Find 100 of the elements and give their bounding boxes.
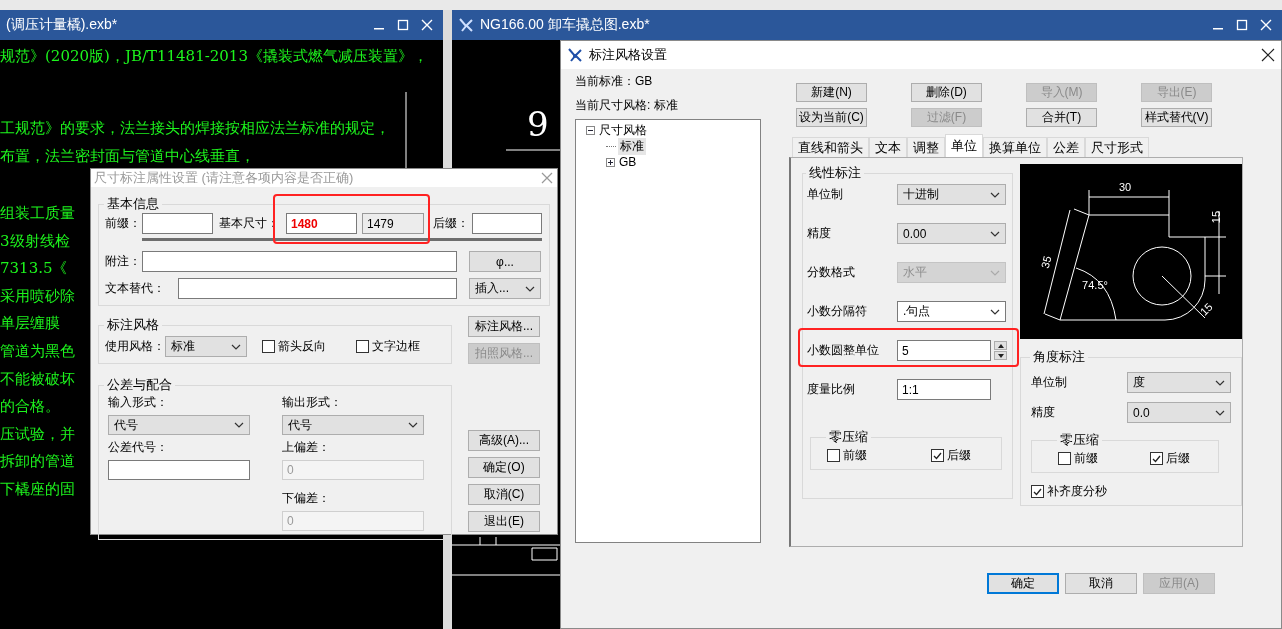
tree-item[interactable]: 尺寸风格 [597,121,649,139]
window-title: (调压计量橇).exb* [6,16,119,34]
group-title: 角度标注 [1032,348,1086,366]
down-arrow-icon [997,353,1004,358]
text-field[interactable]: 1479 [362,213,424,234]
caret-icon [1215,379,1225,386]
field-label: 小数分隔符 [807,303,868,320]
caret-icon [990,191,1000,198]
caret-icon [1215,409,1225,416]
group-title: 标注风格 [106,316,160,334]
up-arrow-icon [997,343,1004,348]
tab[interactable]: 直线和箭头 [792,137,869,157]
group-title: 零压缩 [1059,431,1100,449]
dropdown[interactable]: 度 [1127,372,1231,393]
dropdown[interactable]: 代号 [282,415,424,435]
caret-icon [525,285,535,292]
field-label: 公差代号： [108,439,169,456]
dialog-button[interactable]: 取消 [1065,573,1137,594]
checkbox-label: 文字边框 [372,338,420,355]
dropdown[interactable]: 插入... [469,278,541,299]
caret-icon [990,230,1000,237]
caret-icon [234,422,244,428]
group-title: 零压缩 [828,428,869,446]
dimension-label: 35 [1038,254,1054,270]
action-button[interactable]: 合并(T) [1026,108,1097,127]
info-text: 当前标准：GB [575,72,653,90]
checkbox-label: 前缀 [843,447,867,464]
checkbox[interactable] [356,340,369,353]
field-label: 下偏差： [282,490,331,507]
text-field[interactable] [178,278,457,299]
dropdown[interactable]: .句点 [897,301,1006,322]
group-title: 基本信息 [106,195,160,213]
checkbox[interactable] [1031,485,1044,498]
action-button[interactable]: 设为当前(C) [796,108,867,127]
field-label: 上偏差： [282,439,331,456]
group-title: 公差与配合 [106,376,173,394]
tree-item[interactable]: 标准 [618,137,646,155]
action-button[interactable]: 样式替代(V) [1141,108,1212,127]
field-label: 基本尺寸： [219,215,280,232]
checkbox[interactable] [1058,452,1071,465]
text-field[interactable] [108,460,250,480]
field-label: 输出形式： [282,394,343,411]
spin-up-button[interactable] [994,341,1007,350]
dialog-button[interactable]: 确定(O) [468,457,540,478]
drawing-text: 压试验，并 [0,424,75,445]
text-field[interactable]: 1:1 [897,379,991,400]
drawing-text: 管道为黑色 [0,341,75,362]
tab[interactable]: 换算单位 [983,137,1047,157]
tab[interactable]: 文本 [869,137,907,157]
caret-icon [990,269,1000,276]
maximize-icon[interactable] [1236,19,1248,31]
dialog-button[interactable]: 高级(A)... [468,430,540,451]
dialog-button[interactable]: 标注风格... [468,316,540,337]
checkbox[interactable] [931,449,944,462]
cad-line [506,149,560,151]
dropdown[interactable]: 标准 [165,336,247,357]
dialog-button[interactable]: 确定 [987,573,1059,594]
text-field[interactable] [142,251,457,272]
collapse-icon[interactable] [586,125,595,135]
text-field[interactable] [142,213,213,234]
app-icon [567,47,583,63]
action-button[interactable]: 新建(N) [796,83,867,102]
drawing-text: 单层缠膜 [0,314,60,334]
field-label: 文本替代： [105,280,166,297]
drawing-text: 组装工质量 [0,204,75,224]
drawing-text: 采用喷砂除 [0,286,75,307]
tab[interactable]: 公差 [1047,137,1085,157]
checkbox[interactable] [827,449,840,462]
field-label: 精度 [807,225,832,242]
field-label: 单位制 [1031,374,1068,391]
dialog-button[interactable]: 退出(E) [468,511,540,532]
spin-down-button[interactable] [994,351,1007,360]
dimension-label: 30 [1118,181,1132,193]
dropdown[interactable]: 0.0 [1127,402,1231,423]
action-button[interactable]: 删除(D) [911,83,982,102]
close-icon[interactable] [1261,48,1275,62]
dialog-button[interactable]: 取消(C) [468,484,540,505]
caret-icon [408,422,418,428]
tab[interactable]: 尺寸形式 [1085,137,1149,157]
text-field[interactable] [472,213,542,234]
maximize-icon[interactable] [397,19,409,31]
tree-item[interactable]: GB [617,155,639,169]
expand-icon[interactable] [606,157,615,167]
dimension-label: 15 [1210,210,1222,224]
drawing-text: 拆卸的管道 [0,452,75,472]
text-field[interactable]: 1480 [286,213,357,234]
dropdown[interactable]: 代号 [108,415,250,435]
symbol-button[interactable]: φ... [469,251,541,272]
dialog-title: 标注风格设置 [589,46,668,64]
dropdown[interactable]: 0.00 [897,223,1006,244]
checkbox[interactable] [1150,452,1163,465]
app-icon [458,17,474,33]
tab[interactable]: 调整 [907,137,945,157]
text-field[interactable]: 5 [897,340,991,361]
field-label: 输入形式： [108,394,169,411]
tab[interactable]: 单位 [945,134,983,157]
drawing-text: 9 [527,104,549,144]
dropdown[interactable]: 十进制 [897,184,1006,205]
checkbox[interactable] [262,340,275,353]
drawing-text: 工规范》的要求，法兰接头的焊接按相应法兰标准的规定， [0,118,390,138]
